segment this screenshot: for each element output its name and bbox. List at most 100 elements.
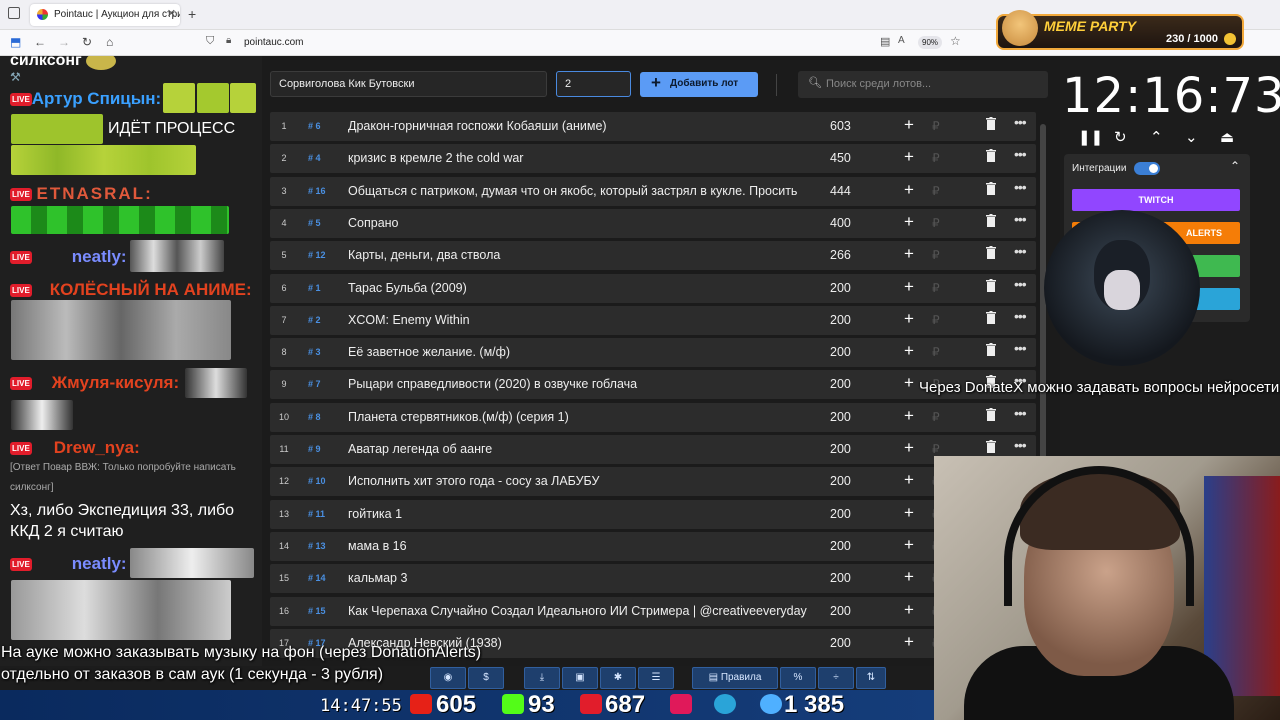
add-amount-icon[interactable]: +: [904, 600, 914, 620]
lot-name[interactable]: Тарас Бульба (2009): [348, 281, 808, 295]
lot-name[interactable]: кризис в кремле 2 the cold war: [348, 151, 808, 165]
add-amount-icon[interactable]: +: [904, 373, 914, 393]
lot-row[interactable]: 3 # 16 Общаться с патриком, думая что он я…: [270, 176, 1036, 206]
more-icon[interactable]: •••: [1014, 146, 1027, 162]
add-amount-icon[interactable]: +: [904, 180, 914, 200]
add-amount-icon[interactable]: +: [904, 244, 914, 264]
more-icon[interactable]: •••: [1014, 211, 1027, 227]
home-icon[interactable]: ⌂: [106, 35, 113, 49]
lot-name[interactable]: XCOM: Enemy Within: [348, 313, 808, 327]
more-icon[interactable]: •••: [1014, 276, 1027, 292]
donate-icon[interactable]: $: [468, 667, 504, 689]
chat-username[interactable]: Жмуля-кисуля:: [52, 373, 179, 392]
download-icon[interactable]: ⤓: [524, 667, 560, 689]
reader-icon[interactable]: ▤: [880, 35, 890, 48]
browser-tab[interactable]: Pointauc | Аукцион для стриме ✕: [30, 4, 180, 26]
history-icon[interactable]: ☰: [638, 667, 674, 689]
forward-icon[interactable]: →: [58, 35, 70, 49]
trash-icon[interactable]: [986, 310, 996, 324]
lot-name[interactable]: гойтика 1: [348, 507, 808, 521]
ruble-icon[interactable]: ₽: [932, 410, 940, 424]
lot-name[interactable]: Планета стервятников.(м/ф) (серия 1): [348, 410, 808, 424]
ruble-icon[interactable]: ₽: [932, 119, 940, 133]
chat-username[interactable]: Drew_nya:: [54, 438, 140, 457]
add-amount-icon[interactable]: +: [904, 632, 914, 652]
add-amount-icon[interactable]: +: [904, 277, 914, 297]
trash-icon[interactable]: [986, 181, 996, 195]
lot-name-input[interactable]: Сорвиголова Кик Бутовски: [270, 71, 547, 97]
ruble-icon[interactable]: ₽: [932, 345, 940, 359]
bookmark-star-icon[interactable]: ☆: [950, 34, 961, 48]
add-amount-icon[interactable]: +: [904, 115, 914, 135]
trash-icon[interactable]: [986, 246, 996, 260]
tab-list-icon[interactable]: [8, 7, 20, 19]
lot-row[interactable]: 13# 11гойтика 1200+₽•••: [270, 499, 1036, 529]
integrations-toggle[interactable]: [1134, 162, 1160, 175]
add-amount-icon[interactable]: +: [904, 503, 914, 523]
chevron-up-icon[interactable]: ⌃: [1230, 159, 1240, 173]
chevron-up-icon[interactable]: ⌃: [1150, 128, 1163, 146]
bug-icon[interactable]: ✱: [600, 667, 636, 689]
amount-input[interactable]: 2: [556, 71, 631, 97]
trash-icon[interactable]: [986, 278, 996, 292]
double-up-icon[interactable]: ⏏: [1220, 128, 1234, 146]
add-amount-icon[interactable]: +: [904, 341, 914, 361]
lot-row[interactable]: 11 # 9 Аватар легенда об аанге 200 + ₽ •••: [270, 435, 1036, 464]
pause-icon[interactable]: ❚❚: [1078, 128, 1103, 146]
more-icon[interactable]: •••: [1014, 114, 1027, 130]
new-tab-icon[interactable]: +: [188, 6, 196, 22]
trash-icon[interactable]: [986, 440, 996, 453]
back-icon[interactable]: ←: [34, 35, 46, 49]
translate-icon[interactable]: A: [898, 35, 905, 46]
lot-row[interactable]: 7 # 2 XCOM: Enemy Within 200 + ₽ •••: [270, 305, 1036, 335]
chevron-down-icon[interactable]: ⌄: [1185, 128, 1198, 146]
more-icon[interactable]: •••: [1014, 308, 1027, 324]
zoom-level[interactable]: 90%: [918, 36, 943, 49]
sort-icon[interactable]: ⇅: [856, 667, 886, 689]
ruble-icon[interactable]: ₽: [932, 216, 940, 230]
lot-row[interactable]: 8 # 3 Её заветное желание. (м/ф) 200 + ₽ •••: [270, 338, 1036, 368]
lot-row[interactable]: 16 # 15 Как Черепаха Случайно Создал Идеал…: [270, 596, 1036, 626]
lot-name[interactable]: Исполнить хит этого года - сосу за ЛАБУБ…: [348, 474, 808, 488]
trash-icon[interactable]: [986, 117, 996, 130]
lot-row[interactable]: 5 # 12 Карты, деньги, два ствола 266 + ₽ •••: [270, 241, 1036, 271]
lot-name[interactable]: Сопрано: [348, 216, 808, 230]
lot-row[interactable]: 14# 13мама в 16200+₽•••: [270, 531, 1036, 561]
ruble-icon[interactable]: ₽: [932, 184, 940, 198]
trash-icon[interactable]: [986, 213, 996, 227]
more-icon[interactable]: •••: [1014, 340, 1027, 356]
divide-icon[interactable]: ÷: [818, 667, 854, 689]
lot-name[interactable]: Аватар легенда об аанге: [348, 442, 808, 456]
chat-username[interactable]: ETNASRAL:: [37, 184, 153, 203]
lot-row[interactable]: 6 # 1 Тарас Бульба (2009) 200 + ₽ •••: [270, 273, 1036, 303]
lot-row[interactable]: 2 # 4 кризис в кремле 2 the cold war 450 + ₽ •…: [270, 144, 1036, 174]
lot-row[interactable]: 10 # 8 Планета стервятников.(м/ф) (серия 1…: [270, 402, 1036, 432]
save-icon[interactable]: ▣: [562, 667, 598, 689]
chat-username[interactable]: КОЛЁСНЫЙ НА АНИМЕ:: [50, 280, 252, 299]
more-icon[interactable]: •••: [1014, 243, 1027, 259]
lot-row[interactable]: 1 # 6 Дракон-горничная госпожи Кобаяши (ан…: [270, 112, 1036, 141]
lot-name[interactable]: Рыцари справедливости (2020) в озвучке г…: [348, 377, 808, 391]
chat-username[interactable]: neatly:: [72, 554, 127, 573]
ruble-icon[interactable]: ₽: [932, 248, 940, 262]
add-amount-icon[interactable]: +: [904, 567, 914, 587]
more-icon[interactable]: •••: [1014, 405, 1027, 421]
add-amount-icon[interactable]: +: [904, 438, 914, 458]
lot-row[interactable]: 4 # 5 Сопрано 400 + ₽ •••: [270, 208, 1036, 238]
rules-button[interactable]: ▤ Правила: [692, 667, 778, 689]
add-lot-button[interactable]: + Добавить лот: [640, 72, 758, 97]
lot-name[interactable]: мама в 16: [348, 539, 808, 553]
trash-icon[interactable]: [986, 407, 996, 421]
lot-name[interactable]: Карты, деньги, два ствола: [348, 248, 808, 262]
lot-name[interactable]: Её заветное желание. (м/ф): [348, 345, 808, 359]
more-icon[interactable]: •••: [1014, 437, 1027, 453]
lot-row[interactable]: 12 # 10 Исполнить хит этого года - сосу за…: [270, 467, 1036, 497]
ruble-icon[interactable]: ₽: [932, 151, 940, 165]
lot-name[interactable]: Общаться с патриком, думая что он якобс,…: [348, 184, 808, 198]
more-icon[interactable]: •••: [1014, 179, 1027, 195]
reset-icon[interactable]: ↻: [1114, 128, 1127, 146]
ruble-icon[interactable]: ₽: [932, 313, 940, 327]
trash-icon[interactable]: [986, 343, 996, 357]
lot-row[interactable]: 15# 14кальмар 3200+₽•••: [270, 564, 1036, 594]
close-tab-icon[interactable]: ✕: [167, 7, 176, 20]
